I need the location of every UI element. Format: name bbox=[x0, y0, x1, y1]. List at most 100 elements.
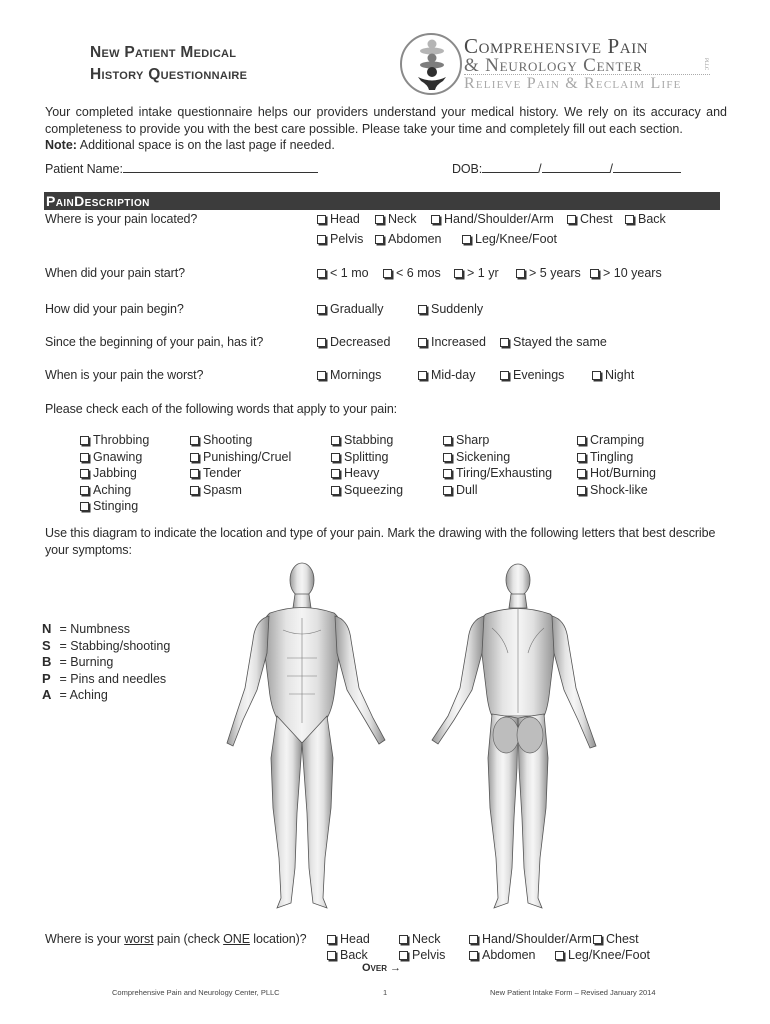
dob-month-field[interactable] bbox=[482, 161, 539, 173]
pain-word-option[interactable]: Squeezing bbox=[331, 482, 403, 498]
checkbox[interactable] bbox=[431, 215, 440, 224]
checkbox[interactable] bbox=[331, 469, 340, 478]
checkbox[interactable] bbox=[190, 452, 199, 462]
option-location-hand-shoulder-arm[interactable]: Hand/Shoulder/Arm bbox=[431, 211, 554, 227]
option-location-leg-knee-foot[interactable]: Leg/Knee/Foot bbox=[462, 231, 557, 247]
pain-word-option[interactable]: Tingling bbox=[577, 449, 633, 465]
dob-year-field[interactable] bbox=[612, 161, 681, 173]
option-worst-night[interactable]: Night bbox=[592, 367, 634, 383]
option-since-increased[interactable]: Increased bbox=[418, 334, 486, 350]
checkbox[interactable] bbox=[625, 215, 634, 224]
checkbox[interactable] bbox=[331, 452, 340, 462]
pain-word-option[interactable]: Cramping bbox=[577, 432, 644, 448]
checkbox[interactable] bbox=[383, 269, 392, 278]
pain-word-option[interactable]: Gnawing bbox=[80, 449, 142, 465]
option-location-pelvis[interactable]: Pelvis bbox=[317, 231, 363, 247]
checkbox[interactable] bbox=[327, 935, 336, 944]
option-worstloc-hand-shoulder-arm[interactable]: Hand/Shoulder/Arm bbox=[469, 931, 592, 947]
checkbox[interactable] bbox=[418, 305, 427, 314]
checkbox[interactable] bbox=[443, 452, 452, 462]
option-worstloc-back[interactable]: Back bbox=[327, 947, 368, 963]
checkbox[interactable] bbox=[317, 305, 326, 314]
checkbox[interactable] bbox=[375, 215, 384, 224]
checkbox[interactable] bbox=[516, 269, 525, 278]
checkbox[interactable] bbox=[577, 469, 586, 478]
pain-word-option[interactable]: Stabbing bbox=[331, 432, 393, 448]
checkbox[interactable] bbox=[454, 269, 463, 278]
pain-word-option[interactable]: Shock-like bbox=[577, 482, 648, 498]
checkbox[interactable] bbox=[590, 269, 599, 278]
checkbox[interactable] bbox=[80, 436, 89, 445]
checkbox[interactable] bbox=[418, 371, 427, 380]
dob-day-field[interactable] bbox=[541, 161, 610, 173]
option-location-back[interactable]: Back bbox=[625, 211, 666, 227]
pain-word-option[interactable]: Shooting bbox=[190, 432, 252, 448]
checkbox[interactable] bbox=[190, 469, 199, 478]
checkbox[interactable] bbox=[317, 269, 326, 278]
option-location-head[interactable]: Head bbox=[317, 211, 360, 227]
option-worst-evenings[interactable]: Evenings bbox=[500, 367, 564, 383]
checkbox[interactable] bbox=[593, 935, 602, 944]
option-worstloc-leg-knee-foot[interactable]: Leg/Knee/Foot bbox=[555, 947, 650, 963]
checkbox[interactable] bbox=[399, 935, 408, 944]
checkbox[interactable] bbox=[327, 951, 336, 960]
option-location-chest[interactable]: Chest bbox=[567, 211, 613, 227]
checkbox[interactable] bbox=[80, 469, 89, 478]
checkbox[interactable] bbox=[331, 436, 340, 445]
option-worstloc-abdomen[interactable]: Abdomen bbox=[469, 947, 536, 963]
option-worst-mornings[interactable]: Mornings bbox=[317, 367, 381, 383]
pain-word-option[interactable]: Dull bbox=[443, 482, 478, 498]
checkbox[interactable] bbox=[375, 235, 384, 244]
option-worstloc-pelvis[interactable]: Pelvis bbox=[399, 947, 445, 963]
pain-word-option[interactable]: Tiring/Exhausting bbox=[443, 465, 552, 481]
pain-word-option[interactable]: Throbbing bbox=[80, 432, 149, 448]
checkbox[interactable] bbox=[577, 452, 586, 462]
checkbox[interactable] bbox=[500, 371, 509, 380]
checkbox[interactable] bbox=[190, 436, 199, 445]
option-begin-suddenly[interactable]: Suddenly bbox=[418, 301, 483, 317]
checkbox[interactable] bbox=[443, 436, 452, 445]
option-worst-midday[interactable]: Mid-day bbox=[418, 367, 475, 383]
checkbox[interactable] bbox=[317, 371, 326, 380]
pain-word-option[interactable]: Stinging bbox=[80, 498, 138, 514]
checkbox[interactable] bbox=[567, 215, 576, 224]
checkbox[interactable] bbox=[317, 338, 326, 347]
checkbox[interactable] bbox=[443, 469, 452, 478]
option-since-stayed-same[interactable]: Stayed the same bbox=[500, 334, 607, 350]
pain-word-option[interactable]: Jabbing bbox=[80, 465, 137, 481]
checkbox[interactable] bbox=[555, 951, 564, 960]
pain-word-option[interactable]: Sharp bbox=[443, 432, 489, 448]
pain-word-option[interactable]: Aching bbox=[80, 482, 131, 498]
checkbox[interactable] bbox=[80, 485, 89, 495]
patient-name-field[interactable] bbox=[122, 161, 318, 173]
pain-word-option[interactable]: Tender bbox=[190, 465, 241, 481]
checkbox[interactable] bbox=[418, 338, 427, 347]
checkbox[interactable] bbox=[462, 235, 471, 244]
checkbox[interactable] bbox=[577, 436, 586, 445]
option-start-lt-1mo[interactable]: < 1 mo bbox=[317, 265, 369, 281]
option-location-neck[interactable]: Neck bbox=[375, 211, 416, 227]
option-location-abdomen[interactable]: Abdomen bbox=[375, 231, 442, 247]
pain-word-option[interactable]: Heavy bbox=[331, 465, 379, 481]
checkbox[interactable] bbox=[317, 215, 326, 224]
option-begin-gradually[interactable]: Gradually bbox=[317, 301, 384, 317]
option-start-lt-6mos[interactable]: < 6 mos bbox=[383, 265, 441, 281]
checkbox[interactable] bbox=[577, 485, 586, 495]
checkbox[interactable] bbox=[80, 502, 89, 511]
option-start-gt-1yr[interactable]: > 1 yr bbox=[454, 265, 499, 281]
checkbox[interactable] bbox=[500, 338, 509, 347]
pain-word-option[interactable]: Punishing/Cruel bbox=[190, 449, 291, 465]
front-body-figure[interactable] bbox=[225, 558, 425, 920]
checkbox[interactable] bbox=[469, 951, 478, 960]
checkbox[interactable] bbox=[80, 452, 89, 462]
option-start-gt-5years[interactable]: > 5 years bbox=[516, 265, 581, 281]
back-body-figure[interactable] bbox=[418, 558, 618, 920]
checkbox[interactable] bbox=[443, 485, 452, 495]
pain-word-option[interactable]: Sickening bbox=[443, 449, 510, 465]
checkbox[interactable] bbox=[592, 371, 601, 380]
checkbox[interactable] bbox=[190, 485, 199, 495]
pain-word-option[interactable]: Splitting bbox=[331, 449, 388, 465]
checkbox[interactable] bbox=[317, 235, 326, 244]
checkbox[interactable] bbox=[331, 485, 340, 495]
option-start-gt-10years[interactable]: > 10 years bbox=[590, 265, 662, 281]
